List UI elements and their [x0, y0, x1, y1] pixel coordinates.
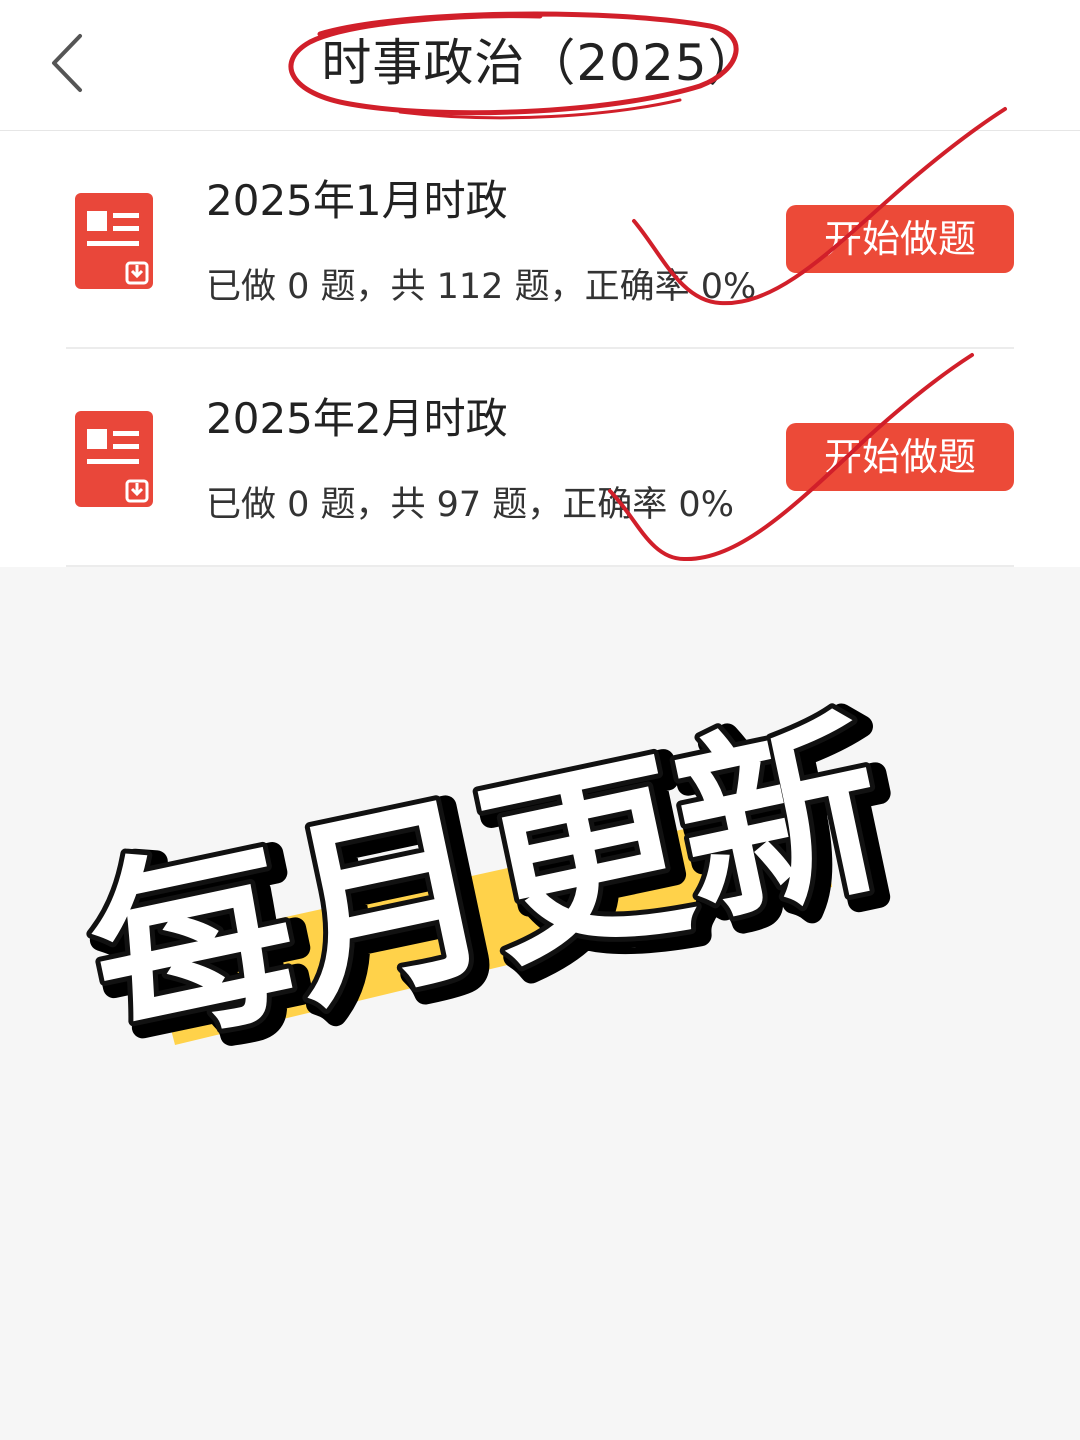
list-item[interactable]: 2025年2月时政 已做 0 题，共 97 题，正确率 0% 开始做题	[0, 349, 1080, 567]
header-bar: 时事政治（2025）	[0, 0, 1080, 131]
item-title: 2025年2月时政	[206, 394, 508, 443]
promo-graphic: 每月更新 每月更新	[67, 681, 923, 1097]
list-item[interactable]: 2025年1月时政 已做 0 题，共 112 题，正确率 0% 开始做题	[0, 107, 1080, 349]
promo-text: 每月更新	[72, 686, 903, 1080]
item-title: 2025年1月时政	[206, 176, 508, 225]
start-quiz-button[interactable]: 开始做题	[786, 423, 1014, 491]
promo-banner: 每月更新 每月更新	[0, 567, 1080, 1440]
document-icon	[75, 193, 153, 289]
start-quiz-button[interactable]: 开始做题	[786, 205, 1014, 273]
item-stats: 已做 0 题，共 97 题，正确率 0%	[206, 485, 734, 525]
page-title: 时事政治（2025）	[321, 34, 759, 92]
document-icon	[75, 411, 153, 507]
exam-list: 2025年1月时政 已做 0 题，共 112 题，正确率 0% 开始做题 202…	[0, 107, 1080, 567]
item-stats: 已做 0 题，共 112 题，正确率 0%	[206, 267, 757, 307]
